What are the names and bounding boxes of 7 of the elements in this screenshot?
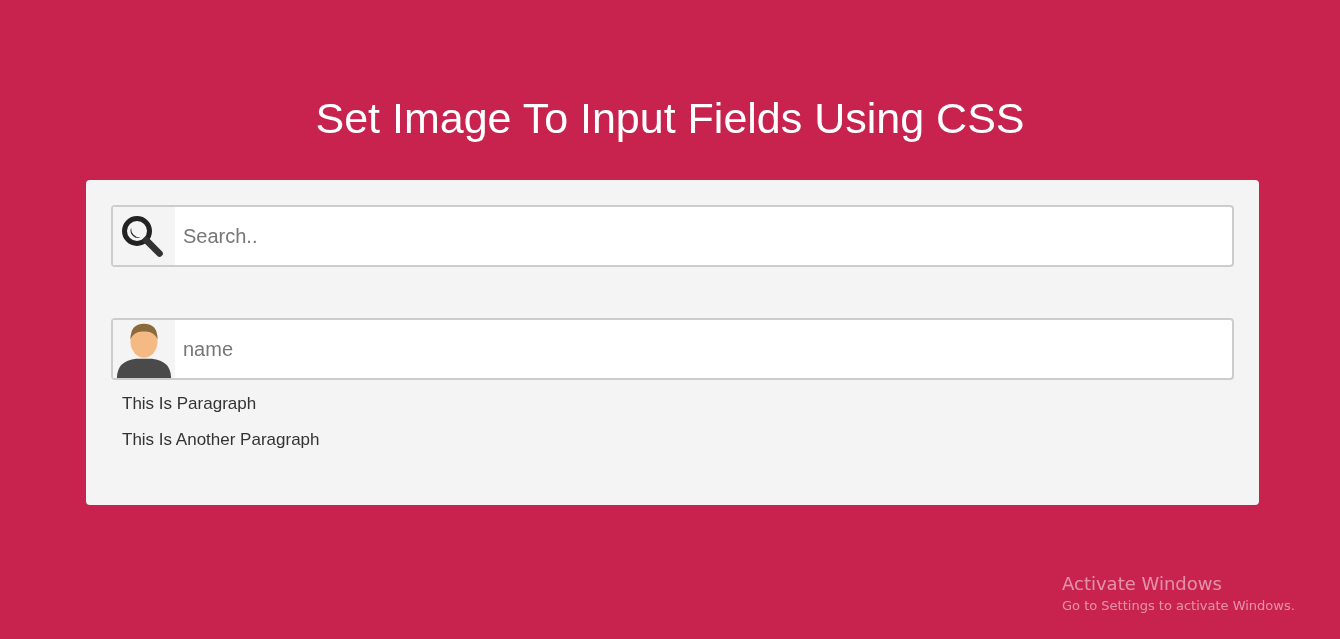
search-field[interactable]: Search.. [111, 205, 1234, 267]
paragraph: This Is Paragraph [122, 394, 257, 414]
activation-message: Go to Settings to activate Windows. [1062, 598, 1295, 613]
activation-title: Activate Windows [1062, 573, 1222, 594]
paragraph: This Is Another Paragraph [122, 430, 320, 450]
name-field[interactable]: name [111, 318, 1234, 380]
page-title: Set Image To Input Fields Using CSS [315, 93, 1025, 144]
